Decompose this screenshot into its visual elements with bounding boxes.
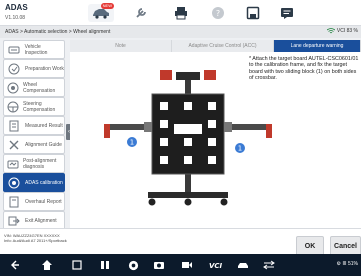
report-icon	[7, 195, 21, 209]
car-nav-icon	[238, 263, 248, 268]
sidebar-item-vehicle-inspection[interactable]: Vehicle Inspection	[3, 40, 65, 59]
sidebar-item-label: Wheel Compensation	[23, 81, 56, 94]
steering-wheel-icon	[7, 100, 19, 114]
wrench-cross-icon	[7, 138, 21, 152]
vci-logo-icon: VCI	[209, 262, 223, 269]
diagnosis-icon	[7, 157, 19, 171]
home-car-button[interactable]: NEW	[88, 3, 114, 22]
result-icon	[7, 119, 21, 133]
split-screen-icon	[101, 261, 109, 269]
sidebar-item-label: Post-alignment diagnosis	[23, 157, 57, 170]
status-indicators: ⚙ ≣ 51%	[336, 261, 358, 267]
wheel-icon	[7, 81, 19, 95]
tools-button[interactable]	[128, 4, 154, 22]
messages-button[interactable]	[274, 4, 300, 22]
message-icon	[281, 8, 293, 19]
sidebar-item-label: Measured Result	[25, 122, 63, 129]
vci-status: VCI 83 %	[326, 28, 358, 34]
recents-icon	[72, 260, 82, 270]
sidebar-item-preparation-work[interactable]: Preparation Work	[3, 59, 65, 78]
exit-icon	[7, 214, 21, 228]
sidebar-item-alignment-guide[interactable]: Alignment Guide	[3, 135, 65, 154]
camera-button[interactable]	[152, 258, 166, 272]
sidebar-item-post-alignment-diagnosis[interactable]: Post-alignment diagnosis	[3, 154, 65, 173]
sidebar-item-adas-calibration[interactable]: ADAS calibration	[3, 173, 65, 192]
recents-nav-button[interactable]	[70, 258, 84, 272]
video-icon	[182, 262, 192, 268]
split-screen-button[interactable]	[98, 258, 112, 272]
adas-icon	[7, 176, 21, 190]
swap-nav-button[interactable]	[262, 258, 276, 272]
tab-acc[interactable]: Adaptive Cruise Control (ACC)	[172, 40, 274, 52]
sidebar-item-label: Vehicle Inspection	[24, 43, 48, 56]
app-title: ADAS	[5, 3, 28, 12]
wifi-icon	[326, 28, 335, 34]
sidebar-item-label: Overhaul Report	[25, 198, 62, 205]
help-button[interactable]: ?	[205, 4, 231, 22]
callout-right-label: 1	[238, 145, 242, 153]
camera-icon	[154, 262, 164, 269]
instruction-text: * Attach the target board AUTEL-CSC0601/…	[249, 56, 359, 82]
save-button[interactable]	[240, 4, 266, 22]
screen-record-button[interactable]	[180, 258, 194, 272]
vci-status-text: VCI 83 %	[336, 28, 358, 34]
home-icon	[42, 260, 52, 270]
top-toolbar: ADAS V1.10.08 NEW ?	[0, 0, 361, 26]
browser-button[interactable]	[126, 258, 140, 272]
sidebar-item-label: ADAS calibration	[25, 179, 63, 186]
footer-bar: VIN: WAUZZZ4G7EN ХХХХХХ Info: Audi/Audi …	[0, 228, 361, 257]
system-nav-bar: VCI ⚙ ≣ 51%	[0, 254, 361, 276]
sidebar: Vehicle Inspection Preparation Work Whee…	[3, 40, 65, 230]
tab-bar: Note Adaptive Cruise Control (ACC) Lane …	[70, 40, 361, 52]
sidebar-item-overhaul-report[interactable]: Overhaul Report	[3, 192, 65, 211]
vci-nav-button[interactable]: VCI	[208, 258, 230, 272]
sidebar-item-wheel-compensation[interactable]: Wheel Compensation	[3, 78, 65, 97]
chrome-icon	[128, 260, 138, 270]
preparation-icon	[7, 62, 21, 76]
new-badge: NEW	[100, 3, 114, 9]
printer-icon	[175, 7, 187, 20]
svg-text:?: ?	[216, 9, 220, 18]
tab-note[interactable]: Note	[70, 40, 172, 52]
vehicle-model-text: Info: Audi/Audi A7 2011+/Sportback	[4, 238, 67, 243]
breadcrumb-bar: ADAS > Automatic selection > Wheel align…	[0, 26, 361, 38]
sidebar-item-label: Preparation Work	[25, 65, 64, 72]
save-icon	[246, 6, 260, 20]
back-nav-button[interactable]	[8, 258, 22, 272]
wrench-icon	[136, 8, 146, 18]
main-content: Note Adaptive Cruise Control (ACC) Lane …	[70, 40, 361, 228]
help-icon: ?	[212, 7, 224, 19]
print-button[interactable]	[168, 4, 194, 22]
sidebar-item-label: Exit Alignment	[25, 217, 57, 224]
calibration-frame-illustration: 1 1	[104, 70, 272, 206]
sidebar-item-label: Steering Compensation	[23, 100, 56, 113]
sidebar-item-steering-compensation[interactable]: Steering Compensation	[3, 97, 65, 116]
svg-text:VCI: VCI	[209, 262, 223, 269]
breadcrumb: ADAS > Automatic selection > Wheel align…	[5, 29, 111, 35]
swap-icon	[263, 260, 275, 270]
car-inspect-icon	[7, 43, 21, 57]
sidebar-item-measured-result[interactable]: Measured Result	[3, 116, 65, 135]
app-version: V1.10.08	[5, 15, 26, 21]
car-nav-button[interactable]	[236, 258, 250, 272]
sidebar-item-label: Alignment Guide	[25, 141, 62, 148]
home-nav-button[interactable]	[40, 258, 54, 272]
back-arrow-icon	[11, 260, 19, 270]
vehicle-info: VIN: WAUZZZ4G7EN ХХХХХХ Info: Audi/Audi …	[4, 233, 67, 243]
callout-left-label: 1	[130, 139, 134, 147]
tab-lane-departure-warning[interactable]: Lane departure warning	[274, 40, 361, 52]
